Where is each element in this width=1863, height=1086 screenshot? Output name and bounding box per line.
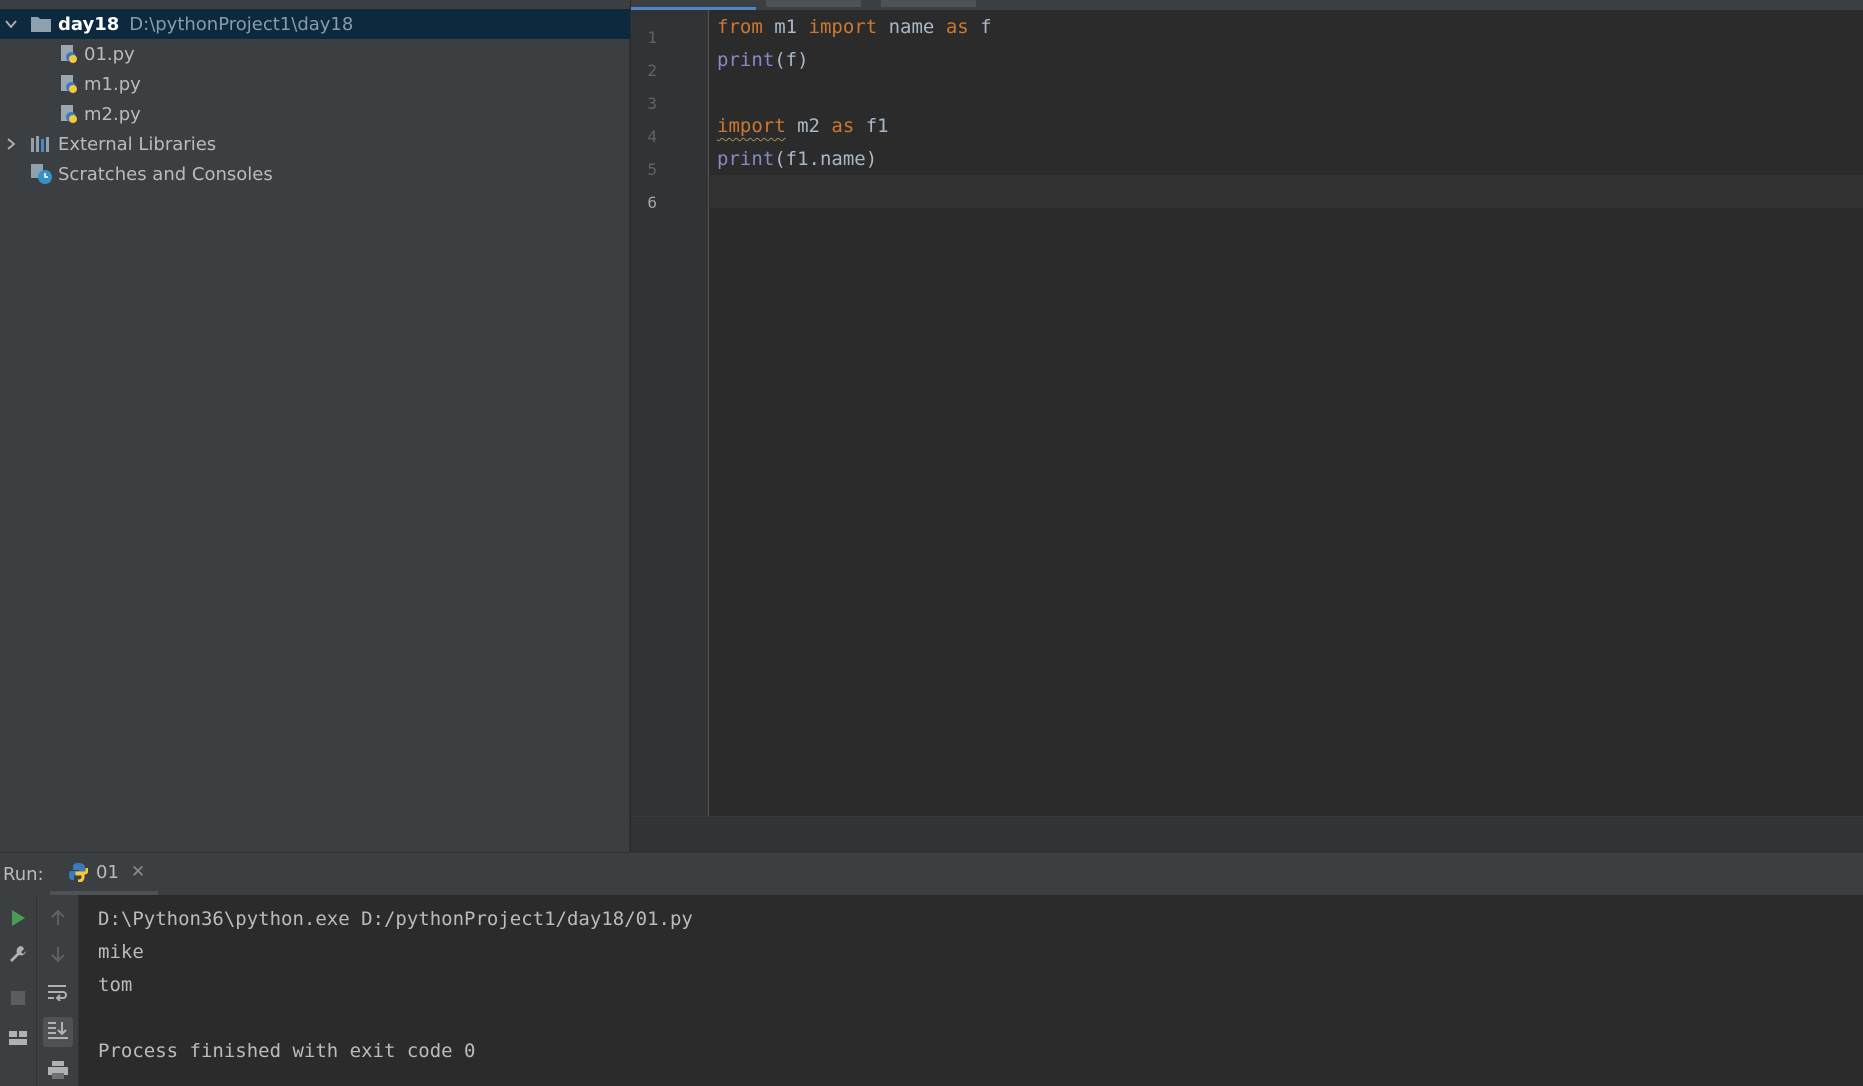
tree-item-day18[interactable]: day18 D:\pythonProject1\day18 bbox=[0, 9, 630, 39]
tree-item-m1-py[interactable]: m1.py bbox=[0, 69, 630, 99]
console-line: Process finished with exit code 0 bbox=[98, 1040, 476, 1062]
arrow-up-icon bbox=[50, 909, 66, 931]
code-line: import m2 as f1 bbox=[717, 114, 889, 138]
run-header: Run: bbox=[0, 853, 1863, 895]
line-number: 1 bbox=[647, 28, 657, 47]
code-token: import bbox=[808, 16, 878, 38]
python-file-icon bbox=[60, 104, 78, 124]
tree-item-label: 01.py bbox=[84, 43, 135, 65]
arrow-down-icon bbox=[50, 945, 66, 967]
scroll-to-end-icon bbox=[47, 1020, 69, 1044]
project-tool-window: day18 D:\pythonProject1\day18 01.py m1.p… bbox=[0, 0, 630, 852]
line-number: 4 bbox=[647, 127, 657, 146]
run-toolbar-secondary bbox=[37, 895, 79, 1086]
code-token: m1 bbox=[762, 16, 809, 38]
tree-item-label: m2.py bbox=[84, 103, 141, 125]
scroll-down-button[interactable] bbox=[43, 941, 73, 971]
editor-tab[interactable] bbox=[766, 0, 861, 7]
line-number: 6 bbox=[647, 193, 657, 212]
console-line: D:\Python36\python.exe D:/pythonProject1… bbox=[98, 908, 693, 930]
line-number: 5 bbox=[647, 160, 657, 179]
editor-breadcrumb-bar bbox=[631, 816, 1863, 852]
code-token: (f) bbox=[774, 49, 809, 71]
tree-item-scratches[interactable]: Scratches and Consoles bbox=[0, 159, 630, 189]
code-line: print(f) bbox=[717, 48, 809, 72]
tree-item-path: D:\pythonProject1\day18 bbox=[129, 13, 354, 35]
code-token: from bbox=[717, 16, 763, 38]
project-toolbar-strip bbox=[0, 0, 630, 8]
python-file-icon bbox=[60, 74, 78, 94]
run-tab-label: 01 bbox=[96, 861, 119, 883]
code-token: f1 bbox=[854, 115, 889, 137]
python-file-icon bbox=[60, 44, 78, 64]
code-token: as bbox=[945, 16, 969, 38]
scratches-icon bbox=[30, 163, 54, 185]
print-button[interactable] bbox=[43, 1057, 73, 1086]
python-icon bbox=[68, 862, 88, 882]
console-line: tom bbox=[98, 974, 133, 996]
folder-icon bbox=[30, 15, 52, 33]
code-token: as bbox=[831, 115, 855, 137]
code-token: m2 bbox=[785, 115, 832, 137]
modify-config-button[interactable] bbox=[3, 941, 33, 971]
code-editor[interactable]: 1 2 3 4 5 6 from m1 import name as f pri… bbox=[631, 0, 1863, 852]
tree-item-label: day18 bbox=[58, 13, 120, 35]
code-line: from m1 import name as f bbox=[717, 15, 992, 39]
layout-icon bbox=[8, 1029, 28, 1051]
chevron-down-icon[interactable] bbox=[2, 15, 20, 33]
tree-item-01-py[interactable]: 01.py bbox=[0, 39, 630, 69]
rerun-button[interactable] bbox=[3, 905, 33, 935]
chevron-right-icon[interactable] bbox=[2, 135, 20, 153]
tree-item-label: m1.py bbox=[84, 73, 141, 95]
run-tab-01[interactable]: 01 ✕ bbox=[50, 853, 158, 895]
play-icon bbox=[9, 909, 27, 931]
close-icon[interactable]: ✕ bbox=[131, 862, 145, 882]
soft-wrap-icon bbox=[47, 983, 69, 1005]
code-token: print bbox=[717, 148, 775, 170]
console-line: mike bbox=[98, 941, 144, 963]
code-line: print(f1.name) bbox=[717, 147, 877, 171]
line-number-gutter: 1 2 3 4 5 6 bbox=[631, 10, 709, 816]
scroll-up-button[interactable] bbox=[43, 905, 73, 935]
line-number: 3 bbox=[647, 94, 657, 113]
printer-icon bbox=[47, 1060, 69, 1084]
stop-button[interactable] bbox=[3, 985, 33, 1015]
tree-item-label: Scratches and Consoles bbox=[58, 163, 273, 185]
tree-item-external-libraries[interactable]: External Libraries bbox=[0, 129, 630, 159]
console-output[interactable]: D:\Python36\python.exe D:/pythonProject1… bbox=[98, 907, 693, 1072]
scroll-to-end-button[interactable] bbox=[43, 1017, 73, 1047]
library-icon bbox=[30, 135, 52, 153]
tree-item-label: External Libraries bbox=[58, 133, 217, 155]
run-toolbar-primary bbox=[0, 895, 37, 1086]
code-token: name bbox=[877, 16, 946, 38]
code-token: print bbox=[717, 49, 775, 71]
code-token: f bbox=[968, 16, 992, 38]
stop-icon bbox=[10, 990, 26, 1010]
wrench-icon bbox=[8, 944, 28, 968]
soft-wrap-button[interactable] bbox=[43, 979, 73, 1009]
line-number: 2 bbox=[647, 61, 657, 80]
layout-button[interactable] bbox=[3, 1025, 33, 1055]
code-token: (f1.name) bbox=[774, 148, 878, 170]
code-token: import bbox=[717, 115, 786, 137]
run-tool-window: Run: 01 ✕ D:\Python36\python.exe D:/pyth… bbox=[0, 852, 1863, 1086]
run-label: Run: bbox=[3, 863, 44, 885]
tree-item-m2-py[interactable]: m2.py bbox=[0, 99, 630, 129]
current-line-highlight bbox=[710, 175, 1863, 208]
editor-tab[interactable] bbox=[881, 0, 976, 7]
